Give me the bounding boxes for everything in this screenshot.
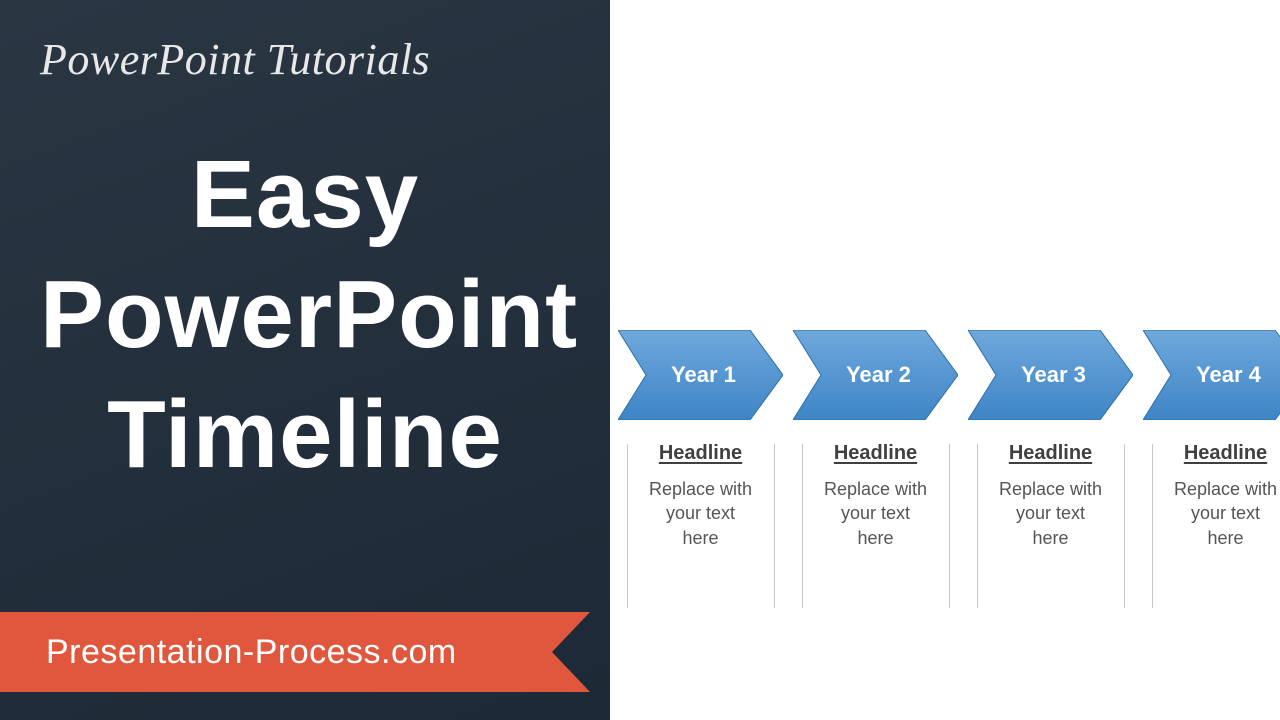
chevron: Year 3 (968, 330, 1133, 420)
step-body: Replace with your text here (822, 477, 930, 550)
ribbon-text: Presentation-Process.com (46, 633, 457, 672)
chevron: Year 2 (793, 330, 958, 420)
step-content: Headline Replace with your text here (1166, 442, 1280, 610)
chevron: Year 1 (618, 330, 783, 420)
timeline-step: Year 4 Headline Replace with your text h… (1143, 330, 1280, 610)
title-line-2: PowerPoint (40, 255, 570, 375)
chevron-label: Year 3 (968, 330, 1133, 420)
title-line-3: Timeline (40, 375, 570, 495)
step-body: Replace with your text here (1172, 477, 1280, 550)
step-content: Headline Replace with your text here (641, 442, 761, 610)
chevron: Year 4 (1143, 330, 1280, 420)
title-line-1: Easy (40, 135, 570, 255)
timeline-step: Year 1 Headline Replace with your text h… (618, 330, 783, 610)
step-headline: Headline (822, 442, 930, 465)
step-body: Replace with your text here (647, 477, 755, 550)
step-content: Headline Replace with your text here (816, 442, 936, 610)
timeline-step: Year 2 Headline Replace with your text h… (793, 330, 958, 610)
chevron-label: Year 2 (793, 330, 958, 420)
timeline-step: Year 3 Headline Replace with your text h… (968, 330, 1133, 610)
main-title: Easy PowerPoint Timeline (40, 135, 570, 495)
right-panel: Year 1 Headline Replace with your text h… (610, 0, 1280, 720)
step-body: Replace with your text here (997, 477, 1105, 550)
ribbon: Presentation-Process.com (0, 612, 590, 692)
step-headline: Headline (997, 442, 1105, 465)
timeline: Year 1 Headline Replace with your text h… (618, 330, 1268, 610)
chevron-label: Year 1 (618, 330, 783, 420)
subtitle: PowerPoint Tutorials (40, 34, 570, 85)
step-headline: Headline (1172, 442, 1280, 465)
chevron-label: Year 4 (1143, 330, 1280, 420)
step-content: Headline Replace with your text here (991, 442, 1111, 610)
step-headline: Headline (647, 442, 755, 465)
left-panel: PowerPoint Tutorials Easy PowerPoint Tim… (0, 0, 610, 720)
